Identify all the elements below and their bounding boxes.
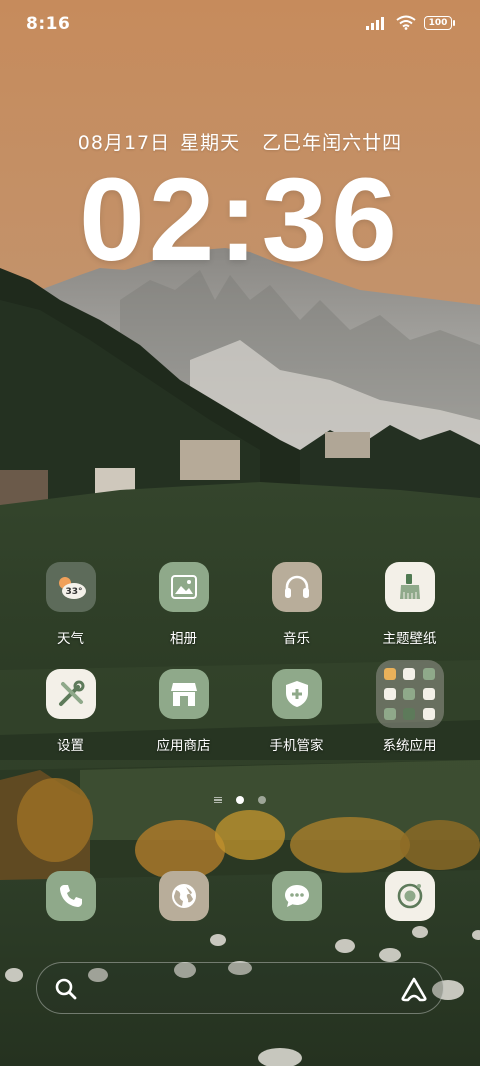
app-label: 手机管家 <box>269 738 324 754</box>
weather-temp: 33° <box>65 587 82 597</box>
clock-widget[interactable]: 08月17日 星期天 乙巳年闰六廿四 02:36 <box>0 128 480 279</box>
gallery-icon <box>158 562 209 612</box>
app-label: 相册 <box>170 631 197 647</box>
app-label: 天气 <box>57 631 84 647</box>
signal-icon <box>366 16 384 30</box>
date-line: 08月17日 星期天 乙巳年闰六廿四 <box>0 128 480 155</box>
app-weather[interactable]: 33° 天气 <box>14 562 127 647</box>
weather-icon: 33° <box>45 562 96 612</box>
messages-icon <box>271 871 322 921</box>
app-phone-manager[interactable]: 手机管家 <box>240 669 353 754</box>
store-icon <box>158 669 209 719</box>
headphones-icon <box>271 562 322 612</box>
app-label: 音乐 <box>283 631 310 647</box>
app-themes[interactable]: 主题壁纸 <box>353 562 466 647</box>
app-label: 应用商店 <box>156 738 211 754</box>
weekday-text: 星期天 <box>180 132 241 154</box>
big-clock: 02:36 <box>79 154 401 286</box>
dock-phone[interactable] <box>14 871 127 921</box>
browser-icon <box>158 871 209 921</box>
shield-plus-icon <box>271 669 322 719</box>
status-icons: 100 <box>366 15 455 30</box>
app-label: 主题壁纸 <box>382 631 437 647</box>
date-text: 08月17日 <box>77 132 171 154</box>
app-store[interactable]: 应用商店 <box>127 669 240 754</box>
page-dot-active <box>236 796 244 804</box>
feed-page-icon <box>214 796 222 804</box>
dock <box>14 871 466 921</box>
app-music[interactable]: 音乐 <box>240 562 353 647</box>
camera-icon <box>384 871 435 921</box>
folder-system-apps[interactable]: 系统应用 <box>353 660 466 754</box>
app-grid: 33° 天气 相册 音乐 主题壁纸 设置 应用商店 手机管家 系统应用 <box>14 562 466 754</box>
battery-level: 100 <box>428 17 448 28</box>
paint-brush-icon <box>384 562 435 612</box>
dock-messages[interactable] <box>240 871 353 921</box>
page-dot <box>258 796 266 804</box>
tools-icon <box>45 669 96 719</box>
search-icon[interactable] <box>54 977 78 1001</box>
lunar-date-text: 乙巳年闰六廿四 <box>262 132 403 154</box>
folder-icon <box>375 660 444 728</box>
app-label: 系统应用 <box>382 738 437 754</box>
wifi-icon <box>396 15 416 30</box>
dock-camera[interactable] <box>353 871 466 921</box>
app-settings[interactable]: 设置 <box>14 669 127 754</box>
status-time: 8:16 <box>26 14 71 34</box>
dock-browser[interactable] <box>127 871 240 921</box>
search-bar[interactable] <box>36 962 444 1014</box>
battery-icon: 100 <box>424 15 455 30</box>
assistant-icon[interactable] <box>400 976 428 1002</box>
status-bar: 8:16 100 <box>0 0 480 50</box>
app-label: 设置 <box>57 738 84 754</box>
phone-icon <box>45 871 96 921</box>
app-gallery[interactable]: 相册 <box>127 562 240 647</box>
page-indicator[interactable] <box>0 796 480 804</box>
